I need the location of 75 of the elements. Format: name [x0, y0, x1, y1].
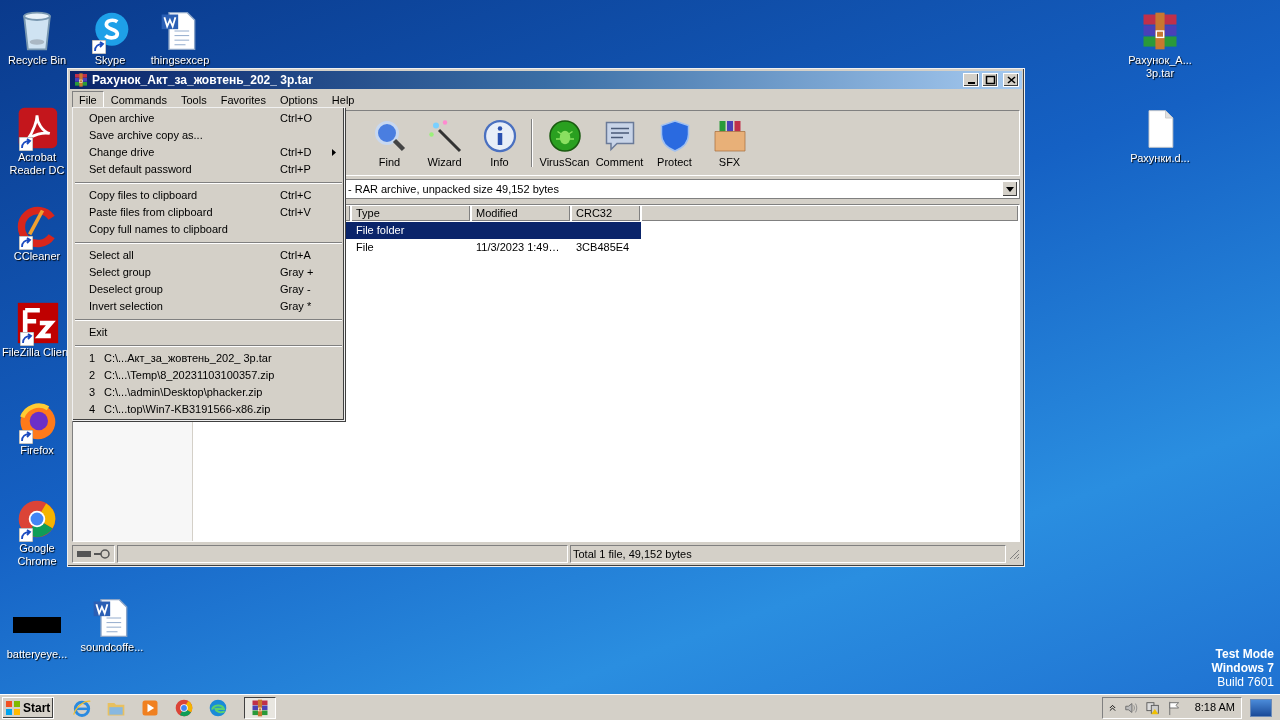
bug-icon	[546, 117, 583, 154]
table-cell: 3CB485E4	[576, 241, 630, 254]
recent-file-entry[interactable]: 4 C:\...top\Win7-KB3191566-x86.zip	[73, 401, 344, 418]
menu-entry[interactable]: Paste files from clipboard Ctrl+V	[73, 204, 344, 221]
menu-entry[interactable]: Select group Gray +	[73, 264, 344, 281]
resize-grip-icon[interactable]	[1008, 548, 1020, 560]
maximize-icon	[983, 74, 997, 86]
recent-file-entry[interactable]: 3 C:\...\admin\Desktop\phacker.zip	[73, 384, 344, 401]
icon-label[interactable]: Рахунки.d...	[1130, 152, 1190, 165]
menu-item[interactable]: Favorites	[213, 91, 273, 109]
icon-label[interactable]: Рахунок_А... 3p.tar	[1128, 54, 1192, 80]
icon-label[interactable]: soundcoffe...	[80, 641, 144, 654]
show-desktop-button[interactable]	[1250, 698, 1272, 717]
menu-item[interactable]: Options	[272, 91, 325, 109]
toolbar-button[interactable]: SFX	[702, 113, 757, 173]
icon-label[interactable]: FileZilla Clien	[2, 346, 69, 359]
app-icon	[73, 72, 89, 88]
menu-entry[interactable]: Invert selection Gray *	[73, 298, 344, 315]
table-cell: 11/3/2023 1:49…	[476, 241, 560, 254]
speaker-icon[interactable]	[1124, 700, 1139, 715]
drive-icon	[77, 551, 91, 557]
menu-entry[interactable]: Set default password Ctrl+P	[73, 161, 344, 178]
thumbnail-icon[interactable]	[13, 614, 61, 636]
toolbar-button[interactable]: Comment	[592, 113, 647, 173]
menu-entry[interactable]: Save archive copy as...	[73, 127, 344, 144]
menu-entry[interactable]: Change drive Ctrl+D	[73, 144, 344, 161]
icon-label[interactable]: CCleaner	[13, 250, 61, 263]
edge-icon	[208, 697, 228, 718]
magic-wand-icon	[426, 117, 463, 154]
column-header[interactable]: Modified	[471, 205, 571, 222]
menu-entry[interactable]: Deselect group Gray -	[73, 281, 344, 298]
icon-label[interactable]: Recycle Bin	[7, 54, 67, 67]
minimize-icon	[967, 82, 975, 84]
recent-file-entry[interactable]: 2 C:\...\Temp\8_20231103100357.zip	[73, 367, 344, 384]
watermark-text: Test Mode	[1215, 647, 1274, 661]
close-button[interactable]	[1003, 73, 1019, 87]
dropdown-arrow-icon	[1006, 186, 1014, 192]
maximize-button[interactable]	[982, 73, 998, 87]
table-cell: File	[356, 241, 374, 254]
taskbar-app-button[interactable]	[244, 696, 276, 719]
window-title: Рахунок_Акт_за_жовтень_202_ 3p.tar	[92, 72, 314, 89]
recent-file-entry[interactable]: 1 C:\...Акт_за_жовтень_202_ 3p.tar	[73, 350, 344, 367]
toolbar-button[interactable]: Find	[362, 113, 417, 173]
icon-label[interactable]: Firefox	[20, 444, 54, 457]
icon-label[interactable]: Skype	[94, 54, 126, 67]
table-cell: File folder	[356, 224, 405, 237]
winrar-icon	[250, 697, 270, 718]
menu-entry[interactable]: Select all Ctrl+A	[73, 247, 344, 264]
watermark-text: Windows 7	[1211, 661, 1274, 675]
key-icon	[94, 549, 110, 559]
menu-item[interactable]: Tools	[174, 91, 214, 109]
column-header[interactable]: Type	[351, 205, 471, 222]
minimize-button[interactable]	[963, 73, 979, 87]
icon-label[interactable]: Google Chrome	[5, 542, 69, 568]
menu-item[interactable]: Commands	[103, 91, 174, 109]
windows-logo-icon	[5, 699, 21, 716]
icon-label[interactable]: batteryeye...	[6, 648, 68, 661]
toolbar-button[interactable]: Info	[472, 113, 527, 173]
menu-entry[interactable]: Exit	[73, 324, 344, 341]
network-warning-icon[interactable]	[1146, 699, 1161, 716]
toolbar-button[interactable]: Wizard	[417, 113, 472, 173]
watermark-text: Build 7601	[1217, 675, 1274, 689]
icon-label[interactable]: thingsexcep	[150, 54, 210, 67]
flag-icon[interactable]	[1168, 699, 1181, 716]
start-button[interactable]: Start	[2, 696, 54, 719]
dropdown-button[interactable]	[1002, 181, 1018, 197]
info-icon	[481, 117, 518, 154]
status-text: Total 1 file, 49,152 bytes	[573, 546, 692, 562]
toolbar-button[interactable]: VirusScan	[537, 113, 592, 173]
menu-entry[interactable]: Open archive Ctrl+O	[73, 110, 344, 127]
chevron-up-icon[interactable]	[1109, 703, 1117, 712]
toolbar-button[interactable]: Protect	[647, 113, 702, 173]
column-header[interactable]: CRC32	[571, 205, 641, 222]
icon-label[interactable]: Acrobat Reader DC	[5, 151, 69, 177]
menu-item[interactable]: Help	[324, 91, 362, 109]
